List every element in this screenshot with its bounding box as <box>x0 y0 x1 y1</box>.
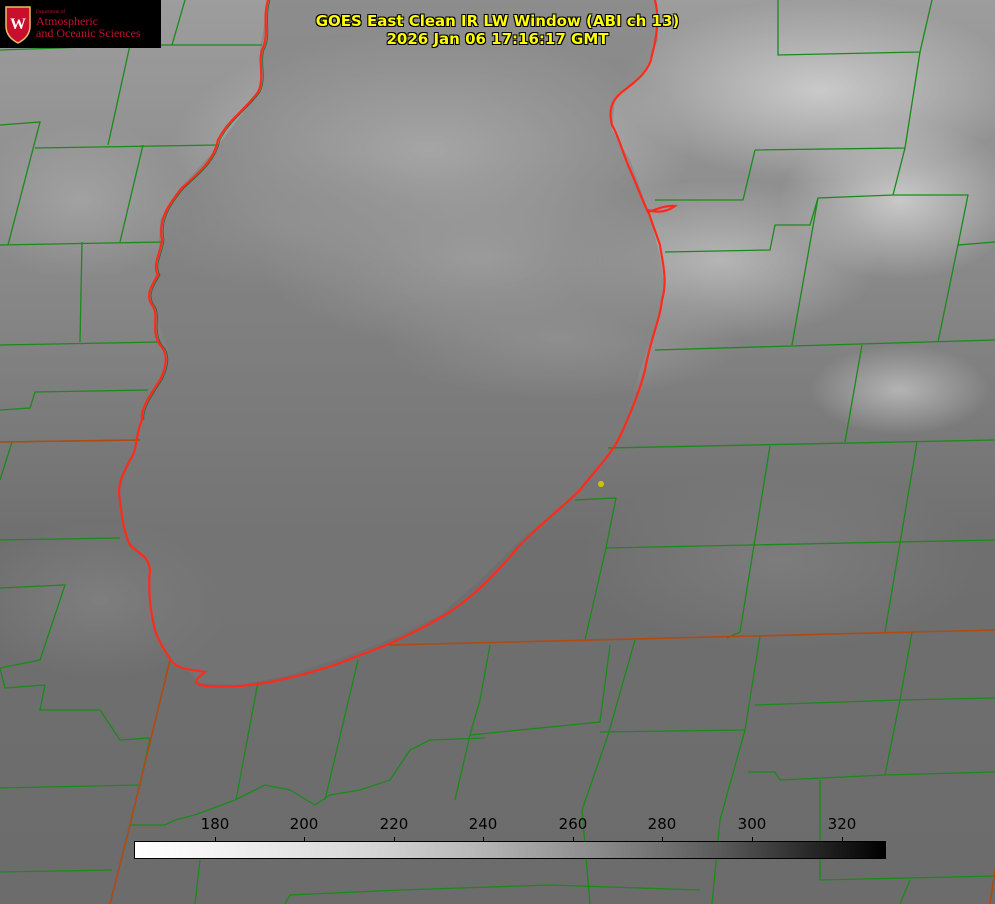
colorbar-tick-label: 180 <box>200 815 230 833</box>
colorbar-tick <box>304 837 305 842</box>
satellite-map <box>0 0 995 904</box>
image-timestamp: 2026 Jan 06 17:16:17 GMT <box>386 30 609 48</box>
colorbar-tick <box>215 837 216 842</box>
temperature-colorbar <box>134 841 886 859</box>
image-title: GOES East Clean IR LW Window (ABI ch 13) <box>315 12 680 30</box>
colorbar-tick <box>842 837 843 842</box>
colorbar-tick-label: 260 <box>558 815 588 833</box>
colorbar-tick-label: 200 <box>289 815 319 833</box>
colorbar-tick-label: 280 <box>647 815 677 833</box>
colorbar-tick <box>483 837 484 842</box>
colorbar-tick <box>662 837 663 842</box>
station-marker <box>598 481 604 487</box>
colorbar-tick-label: 220 <box>379 815 409 833</box>
colorbar-tick <box>752 837 753 842</box>
colorbar-tick <box>573 837 574 842</box>
satellite-image-viewer: W Department of Atmospheric and Oceanic … <box>0 0 995 904</box>
colorbar-tick-label: 320 <box>827 815 857 833</box>
colorbar-tick-label: 240 <box>468 815 498 833</box>
colorbar-tick-label: 300 <box>737 815 767 833</box>
colorbar-tick <box>394 837 395 842</box>
